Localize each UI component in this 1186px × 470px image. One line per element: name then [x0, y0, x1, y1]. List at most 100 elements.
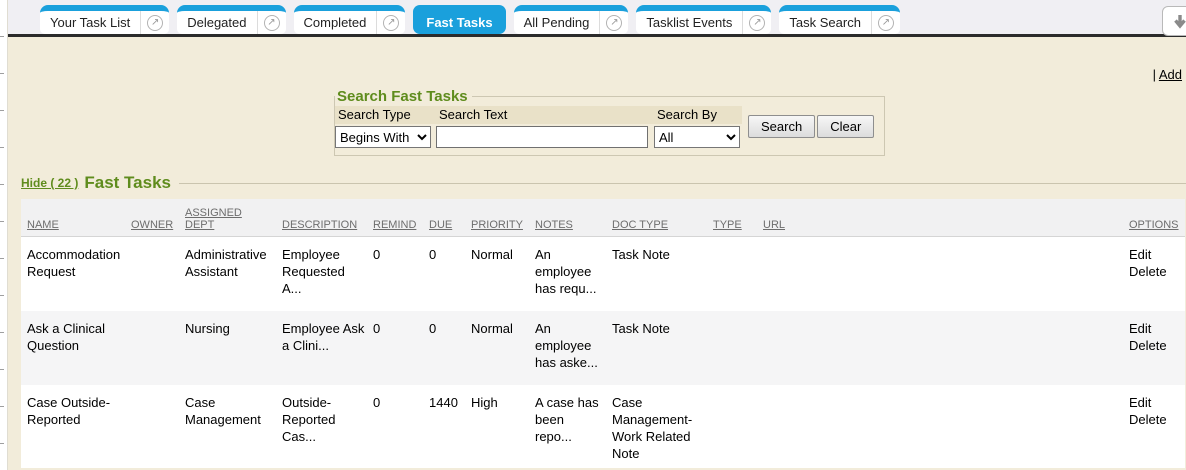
column-header-owner[interactable]: OWNER	[131, 199, 185, 237]
tab-task-search[interactable]: Task Search ↗	[779, 5, 900, 34]
column-header-url[interactable]: URL	[763, 199, 1129, 237]
cell-url	[763, 237, 1129, 311]
tab-tasklist-events[interactable]: Tasklist Events ↗	[636, 5, 771, 34]
search-type-label: Search Type	[335, 106, 436, 124]
section-rule	[179, 183, 1186, 184]
tab-your-task-list[interactable]: Your Task List ↗	[40, 5, 169, 34]
search-text-input[interactable]	[436, 126, 648, 148]
search-button[interactable]: Search	[748, 115, 815, 138]
cell-options: EditDelete	[1129, 237, 1185, 311]
column-header-remind[interactable]: REMIND	[373, 199, 429, 237]
main-content: | Add Search Fast Tasks Search Type Sear…	[8, 67, 1186, 470]
tab-label: Tasklist Events	[636, 11, 742, 34]
tab-label: All Pending	[514, 11, 600, 34]
cell-dept: Case Management	[185, 385, 282, 468]
cell-url	[763, 311, 1129, 385]
search-by-field: All	[654, 126, 742, 148]
cell-notes: An employee has aske...	[535, 311, 612, 385]
cell-name: Case Outside-Reported	[21, 385, 131, 468]
fast-tasks-table: NAMEOWNERASSIGNED DEPTDESCRIPTIONREMINDD…	[21, 199, 1185, 468]
popout-icon[interactable]: ↗	[600, 11, 628, 34]
search-buttons: Search Clear	[748, 115, 874, 138]
cell-remind: 0	[373, 237, 429, 311]
edit-action[interactable]: Edit	[1129, 320, 1185, 337]
tab-delegated[interactable]: Delegated ↗	[177, 5, 285, 34]
cell-url	[763, 385, 1129, 468]
search-by-label: Search By	[654, 106, 742, 124]
tab-label: Task Search	[779, 11, 871, 34]
column-header-dept[interactable]: ASSIGNED DEPT	[185, 199, 282, 237]
edit-action[interactable]: Edit	[1129, 394, 1185, 411]
cell-doc_type: Task Note	[612, 237, 713, 311]
cell-doc_type: Case Management-Work Related Note	[612, 385, 713, 468]
edit-action[interactable]: Edit	[1129, 246, 1185, 263]
column-header-description[interactable]: DESCRIPTION	[282, 199, 373, 237]
tab-label: Completed	[294, 11, 377, 34]
delete-action[interactable]: Delete	[1129, 411, 1185, 428]
tab-label: Fast Tasks	[413, 11, 505, 34]
separator: |	[1153, 67, 1156, 82]
cell-options: EditDelete	[1129, 385, 1185, 468]
table-row: Ask a Clinical QuestionNursingEmployee A…	[21, 311, 1185, 385]
popout-icon[interactable]: ↗	[377, 11, 405, 34]
column-header-priority[interactable]: PRIORITY	[471, 199, 535, 237]
cell-owner	[131, 385, 185, 468]
cell-due: 1440	[429, 385, 471, 468]
popout-icon[interactable]: ↗	[141, 11, 169, 34]
search-panel: Search Fast Tasks Search Type Search Tex…	[334, 88, 885, 156]
tab-all-pending[interactable]: All Pending ↗	[514, 5, 629, 34]
cell-priority: Normal	[471, 237, 535, 311]
popout-icon[interactable]: ↗	[258, 11, 286, 34]
tab-fast-tasks[interactable]: Fast Tasks	[413, 5, 505, 34]
tab-label: Delegated	[177, 11, 256, 34]
column-header-type[interactable]: TYPE	[713, 199, 763, 237]
cell-remind: 0	[373, 385, 429, 468]
left-ruler	[0, 0, 8, 470]
tab-bar: Your Task List ↗ Delegated ↗ Completed ↗…	[8, 0, 1186, 37]
column-header-due[interactable]: DUE	[429, 199, 471, 237]
popout-icon[interactable]: ↗	[743, 11, 771, 34]
cell-name: Ask a Clinical Question	[21, 311, 131, 385]
page: Your Task List ↗ Delegated ↗ Completed ↗…	[8, 0, 1186, 470]
cell-owner	[131, 237, 185, 311]
column-header-doc_type[interactable]: DOC TYPE	[612, 199, 713, 237]
cell-description: Outside-Reported Cas...	[282, 385, 373, 468]
popout-icon[interactable]: ↗	[872, 11, 900, 34]
cell-options: EditDelete	[1129, 311, 1185, 385]
tab-completed[interactable]: Completed ↗	[294, 5, 406, 34]
cell-notes: An employee has requ...	[535, 237, 612, 311]
actions-row: | Add	[8, 67, 1182, 82]
section-title: Fast Tasks	[84, 173, 171, 193]
column-header-notes[interactable]: NOTES	[535, 199, 612, 237]
cell-notes: A case has been repo...	[535, 385, 612, 468]
cell-name: Accommodation Request	[21, 237, 131, 311]
search-type-select[interactable]: Begins With	[335, 126, 431, 148]
down-arrow-icon	[1172, 13, 1186, 29]
delete-action[interactable]: Delete	[1129, 263, 1185, 280]
search-text-field	[436, 126, 654, 148]
cell-type	[713, 385, 763, 468]
cell-type	[713, 237, 763, 311]
cell-due: 0	[429, 311, 471, 385]
fast-tasks-section-header: Hide ( 22 ) Fast Tasks	[21, 173, 1186, 193]
cell-dept: Nursing	[185, 311, 282, 385]
delete-action[interactable]: Delete	[1129, 337, 1185, 354]
ruler-ticks	[0, 0, 4, 470]
search-fields: Search Type Search Text Search By Begins…	[335, 106, 742, 148]
search-panel-title: Search Fast Tasks	[335, 88, 472, 105]
clear-button[interactable]: Clear	[817, 115, 874, 138]
search-by-select[interactable]: All	[654, 126, 740, 148]
search-form: Search Type Search Text Search By Begins…	[335, 106, 874, 148]
cell-dept: Administrative Assistant	[185, 237, 282, 311]
cell-remind: 0	[373, 311, 429, 385]
header-row: NAMEOWNERASSIGNED DEPTDESCRIPTIONREMINDD…	[21, 199, 1185, 237]
cell-description: Employee Requested A...	[282, 237, 373, 311]
column-header-options[interactable]: OPTIONS	[1129, 199, 1185, 237]
column-header-name[interactable]: NAME	[21, 199, 131, 237]
table-row: Case Outside-Reported Case ManagementOuts…	[21, 385, 1185, 468]
hide-count-link[interactable]: Hide ( 22 )	[21, 176, 78, 190]
cell-doc_type: Task Note	[612, 311, 713, 385]
scroll-down-button[interactable]	[1162, 6, 1186, 36]
cell-type	[713, 311, 763, 385]
add-link[interactable]: Add	[1159, 67, 1182, 82]
